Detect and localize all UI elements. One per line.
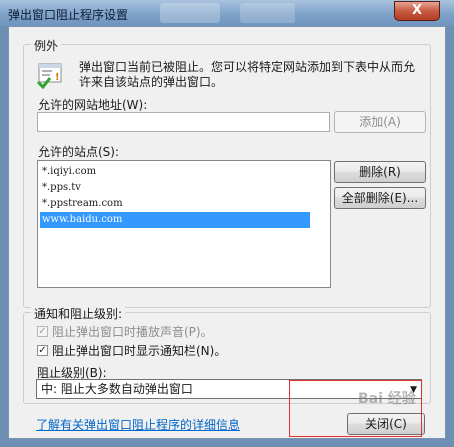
titlebar-background-blur	[240, 3, 295, 23]
delete-all-button[interactable]: 全部删除(E)...	[334, 187, 426, 209]
allowed-sites-list[interactable]: *.iqiyi.com *.pps.tv *.ppstream.com www.…	[37, 160, 331, 288]
dialog-client-area: 例外 ! 弹出窗口当前已被阻止。您可以将特定网站添加到下表中从而允 许来自该站点…	[8, 26, 446, 439]
site-list-item[interactable]: *.pps.tv	[42, 180, 81, 196]
watermark: Bai 经验	[358, 391, 416, 407]
blocking-level-value: 中: 阻止大多数自动弹出窗口	[41, 382, 193, 396]
window-close-button[interactable]: X	[394, 1, 440, 21]
popup-info-icon: !	[36, 61, 64, 90]
title-bar[interactable]: 弹出窗口阻止程序设置 X	[0, 0, 454, 26]
learn-more-link[interactable]: 了解有关弹出窗口阻止程序的详细信息	[36, 416, 240, 433]
exceptions-group-label: 例外	[31, 37, 62, 54]
play-sound-label: 阻止弹出窗口时播放声音(P)。	[52, 325, 213, 339]
allowed-sites-label: 允许的站点(S):	[38, 145, 120, 159]
popup-blocker-settings-window: 弹出窗口阻止程序设置 X 例外 ! 弹出窗口当前已被阻止。您可以将特定网站添加到…	[0, 0, 454, 447]
notify-group-label: 通知和阻止级别:	[31, 305, 126, 322]
svg-text:!: !	[55, 72, 60, 83]
add-button[interactable]: 添加(A)	[334, 111, 426, 133]
show-infobar-checkbox[interactable]: ✓	[37, 345, 48, 356]
exceptions-description-line2: 许来自该站点的弹出窗口。	[79, 75, 224, 89]
allowed-address-label: 允许的网站地址(W):	[38, 98, 148, 112]
site-list-item-selected[interactable]: www.baidu.com	[40, 212, 310, 228]
site-list-item[interactable]: *.ppstream.com	[42, 196, 123, 212]
delete-button[interactable]: 删除(R)	[334, 161, 426, 183]
show-infobar-label: 阻止弹出窗口时显示通知栏(N)。	[52, 344, 227, 358]
play-sound-checkbox[interactable]: ✓	[37, 326, 48, 337]
titlebar-background-blur	[160, 3, 220, 23]
site-list-item[interactable]: *.iqiyi.com	[42, 164, 96, 180]
allowed-address-input[interactable]	[37, 112, 330, 132]
window-title: 弹出窗口阻止程序设置	[8, 8, 129, 22]
